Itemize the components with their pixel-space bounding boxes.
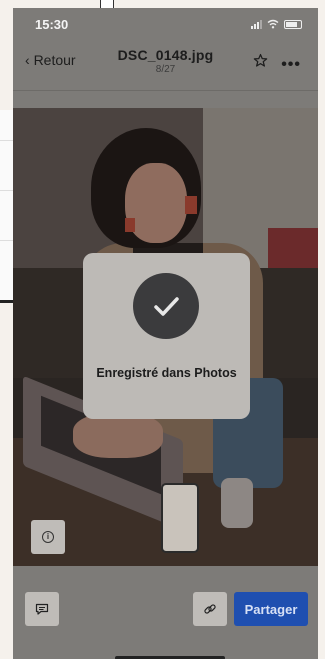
- status-icons: [251, 19, 302, 29]
- file-title: DSC_0148.jpg: [117, 47, 214, 63]
- wifi-icon: [267, 19, 279, 29]
- checkmark-icon: [154, 297, 179, 316]
- star-icon[interactable]: [253, 53, 268, 68]
- status-bar: 15:30: [13, 8, 318, 42]
- title-block: DSC_0148.jpg 8/27: [13, 47, 318, 75]
- navigation-bar: ‹ Retour DSC_0148.jpg 8/27 •••: [13, 42, 318, 91]
- more-options-icon[interactable]: •••: [281, 56, 301, 74]
- info-icon: i: [42, 531, 54, 543]
- status-time: 15:30: [35, 17, 69, 32]
- info-button[interactable]: i: [31, 520, 65, 554]
- file-position: 8/27: [155, 64, 176, 75]
- comment-button[interactable]: [25, 592, 59, 626]
- copy-link-button[interactable]: [193, 592, 227, 626]
- cellular-signal-icon: [251, 19, 262, 29]
- share-button[interactable]: Partager: [234, 592, 308, 626]
- comment-icon: [35, 603, 49, 615]
- checkmark-circle: [133, 273, 199, 339]
- phone-screen: 15:30 ‹ Retour DSC_0148.jpg 8/27 ••• i E…: [13, 8, 318, 659]
- toast-message: Enregistré dans Photos: [96, 366, 237, 380]
- bottom-toolbar: Partager: [13, 566, 318, 659]
- battery-icon: [284, 19, 302, 29]
- saved-confirmation-toast: Enregistré dans Photos: [83, 253, 250, 419]
- link-icon: [204, 604, 216, 614]
